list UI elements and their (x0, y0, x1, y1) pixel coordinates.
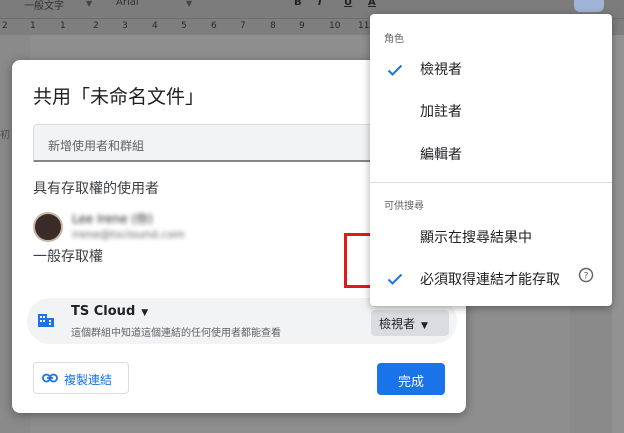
side-panel-strip (612, 35, 624, 433)
role-label: 檢視者 (379, 317, 416, 331)
bold-button[interactable]: B (294, 0, 302, 8)
avatar (33, 212, 63, 242)
ruler-tick: 4 (152, 21, 158, 31)
role-option-viewer[interactable]: 檢視者 (420, 59, 462, 79)
style-selector[interactable]: 一般文字 (24, 0, 64, 12)
ruler-tick: 6 (211, 21, 217, 31)
chevron-down-icon: ▼ (421, 321, 428, 331)
ruler-tick: 3 (122, 21, 128, 31)
building-icon (38, 314, 54, 327)
link-icon (42, 373, 58, 383)
svg-text:?: ? (584, 272, 589, 282)
role-menu: 角色 檢視者 加註者 編輯者 可供搜尋 顯示在搜尋結果中 必須取得連結才能存取 … (370, 14, 612, 306)
help-icon[interactable]: ? (578, 267, 594, 283)
chevron-down-icon: ▼ (186, 0, 193, 8)
italic-button[interactable]: I (318, 0, 322, 8)
ruler-tick: 5 (181, 21, 187, 31)
ruler-tick: 1 (30, 21, 36, 31)
menu-divider (370, 182, 612, 183)
ruler-tick: 8 (270, 21, 276, 31)
check-icon (387, 64, 403, 76)
people-section-title: 具有存取權的使用者 (33, 181, 159, 197)
org-access-selector[interactable]: TS Cloud ▼ (71, 304, 148, 319)
ruler-tick: 10 (329, 21, 341, 31)
ruler-tick: 11 (358, 21, 370, 31)
role-option-commenter[interactable]: 加註者 (420, 101, 462, 121)
org-name: TS Cloud (71, 304, 136, 319)
editing-mode-pen-icon[interactable] (574, 0, 604, 12)
role-dropdown-button[interactable]: 檢視者 ▼ (371, 310, 449, 336)
general-access-title: 一般存取權 (33, 249, 103, 265)
search-option-link-required[interactable]: 必須取得連結才能存取 (420, 269, 560, 289)
check-icon (387, 273, 403, 285)
chevron-down-icon: ▼ (141, 308, 149, 318)
user-email: irene@tsclound.com (72, 228, 185, 241)
copy-link-label: 複製連結 (64, 373, 113, 387)
role-option-editor[interactable]: 編輯者 (420, 144, 462, 164)
font-selector[interactable]: Arial (116, 0, 139, 8)
access-description: 這個群組中知道這個連結的任何使用者都能查看 (71, 328, 281, 339)
document-side-text: 初 (0, 130, 10, 141)
text-color-button[interactable]: A (368, 0, 376, 8)
role-menu-header: 角色 (384, 34, 404, 45)
search-menu-header: 可供搜尋 (384, 201, 424, 212)
ruler-tick: 2 (2, 21, 8, 31)
underline-button[interactable]: U (344, 0, 352, 8)
dialog-title: 共用「未命名文件」 (33, 86, 205, 108)
ruler-tick: 9 (299, 21, 305, 31)
chevron-down-icon: ▼ (86, 0, 93, 8)
copy-link-button[interactable]: 複製連結 (33, 362, 129, 394)
done-button[interactable]: 完成 (377, 363, 445, 395)
search-option-show-in-results[interactable]: 顯示在搜尋結果中 (420, 227, 532, 247)
ruler-tick: 7 (240, 21, 246, 31)
ruler-tick: 2 (93, 21, 99, 31)
ruler-tick: 1 (60, 21, 66, 31)
user-name: Lee Irene (你) (72, 212, 153, 226)
